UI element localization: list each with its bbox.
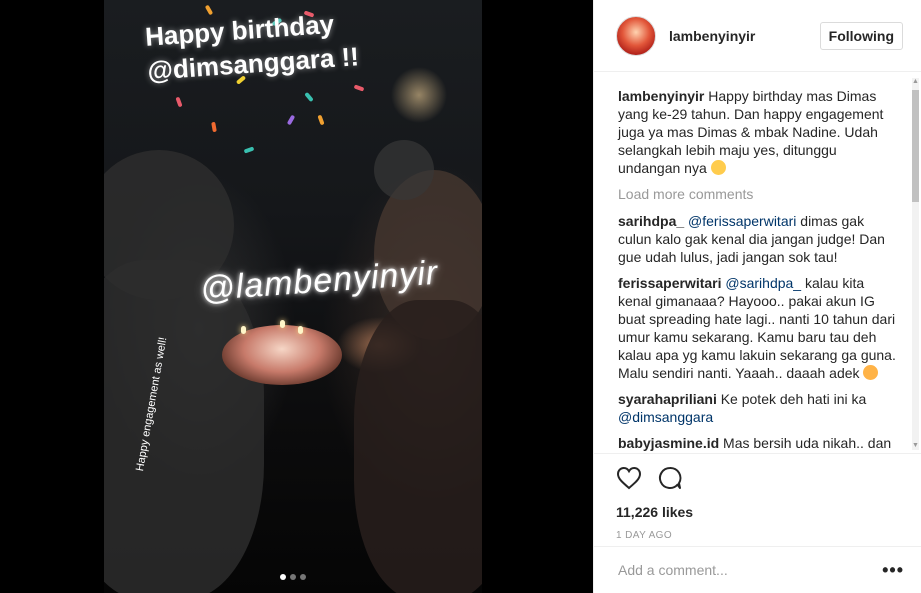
comment-text: Ke potek deh hati ini ka [720, 391, 867, 407]
post-actions: 11,226 likes 1 DAY AGO [594, 453, 921, 541]
comment-mention[interactable]: @dimsanggara [618, 409, 713, 425]
comment-text: Mas bersih uda nikah.. dan [723, 435, 892, 451]
carousel-dot [290, 574, 296, 580]
avatar[interactable] [616, 15, 656, 56]
comments-list[interactable]: lambenyinyir Happy birthday mas Dimas ya… [594, 73, 921, 453]
carousel-dot [280, 574, 286, 580]
post-sidebar: lambenyinyir Following lambenyinyir Happ… [593, 0, 921, 593]
birthday-cake [222, 325, 342, 385]
list-item: ferissaperwitari @sarihdpa_ kalau kita k… [618, 274, 900, 382]
following-button[interactable]: Following [819, 21, 903, 50]
scrollbar[interactable]: ▲ ▼ [912, 78, 919, 450]
comment-username[interactable]: babyjasmine.id [618, 435, 719, 451]
comment-username[interactable]: ferissaperwitari [618, 275, 722, 291]
caption-username[interactable]: lambenyinyir [618, 88, 704, 104]
story-title: Happy birthday @dimsanggara !! [144, 5, 360, 88]
list-item: syarahapriliani Ke potek deh hati ini ka… [618, 390, 900, 426]
add-comment-input[interactable] [618, 562, 883, 578]
heart-icon[interactable] [616, 466, 642, 490]
more-options-icon[interactable]: ••• [882, 560, 904, 581]
comment-mention[interactable]: @sarihdpa_ [725, 275, 801, 291]
emoji-icon [863, 365, 879, 380]
carousel-indicator [280, 574, 306, 580]
emoji-icon [710, 160, 726, 175]
post-media[interactable]: Happy birthday @dimsanggara !! @lambenyi… [0, 0, 593, 593]
comment-icon[interactable] [658, 466, 682, 490]
list-item: babyjasmine.id Mas bersih uda nikah.. da… [618, 434, 900, 452]
scroll-down-arrow-icon[interactable]: ▼ [912, 442, 919, 450]
add-comment-bar: ••• [594, 546, 921, 593]
scroll-thumb[interactable] [912, 90, 919, 202]
post-header: lambenyinyir Following [594, 0, 921, 72]
likes-count[interactable]: 11,226 likes [616, 504, 900, 520]
post-photo: Happy birthday @dimsanggara !! @lambenyi… [104, 0, 482, 593]
comment-username[interactable]: syarahapriliani [618, 391, 717, 407]
scroll-up-arrow-icon[interactable]: ▲ [912, 78, 919, 86]
comment-mention[interactable]: @ferissaperwitari [688, 213, 796, 229]
list-item: sarihdpa_ @ferissaperwitari dimas gak cu… [618, 212, 900, 266]
carousel-dot [300, 574, 306, 580]
load-more-comments[interactable]: Load more comments [618, 185, 900, 203]
post-timestamp: 1 DAY AGO [616, 530, 673, 541]
caption: lambenyinyir Happy birthday mas Dimas ya… [618, 87, 900, 177]
header-username[interactable]: lambenyinyir [669, 28, 820, 44]
comment-username[interactable]: sarihdpa_ [618, 213, 684, 229]
